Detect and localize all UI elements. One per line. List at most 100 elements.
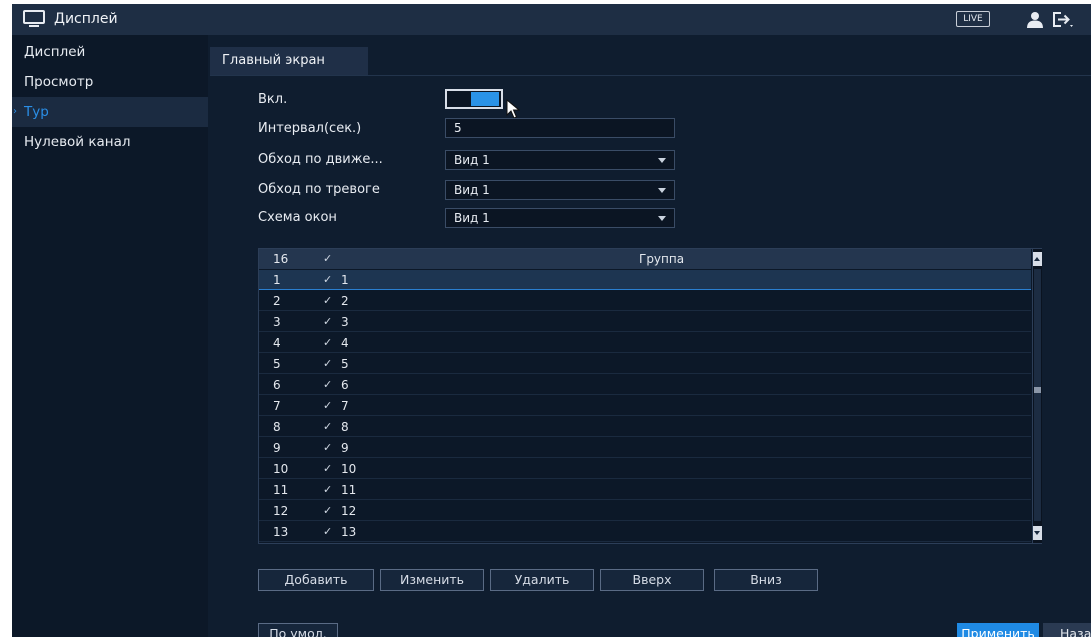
row-group: 12 <box>341 504 357 518</box>
table-row[interactable]: 4 ✓ 4 <box>259 333 1031 353</box>
row-checkbox[interactable]: ✓ <box>323 396 332 416</box>
scroll-thumb[interactable] <box>1034 387 1041 393</box>
live-button[interactable]: LIVE <box>956 11 990 27</box>
table-row[interactable]: 11 ✓ 11 <box>259 480 1031 500</box>
select-all-checkbox[interactable]: ✓ <box>323 249 332 269</box>
group-table: 16 ✓ Группа 1 ✓ 1 2 ✓ 2 3 ✓ 3 4 ✓ 4 5 ✓ … <box>258 248 1042 544</box>
scroll-down-icon[interactable] <box>1033 526 1042 540</box>
chevron-down-icon <box>658 188 666 193</box>
row-number: 5 <box>273 357 281 371</box>
row-group: 3 <box>341 315 349 329</box>
move-down-button[interactable]: Вниз <box>714 569 818 591</box>
row-checkbox[interactable]: ✓ <box>323 438 332 458</box>
row-number: 8 <box>273 420 281 434</box>
row-number: 13 <box>273 525 289 539</box>
table-row[interactable]: 10 ✓ 10 <box>259 459 1031 479</box>
scroll-up-icon[interactable] <box>1033 252 1042 266</box>
chevron-down-icon <box>658 216 666 221</box>
table-row[interactable]: 8 ✓ 8 <box>259 417 1031 437</box>
move-up-button[interactable]: Вверх <box>600 569 704 591</box>
default-button[interactable]: По умол. <box>258 623 338 637</box>
row-number: 10 <box>273 462 289 476</box>
logout-icon[interactable] <box>1052 11 1074 28</box>
row-checkbox[interactable]: ✓ <box>323 375 332 395</box>
row-number: 1 <box>273 273 281 287</box>
table-row[interactable]: 7 ✓ 7 <box>259 396 1031 416</box>
app-title: Дисплей <box>54 11 118 27</box>
header-group: Группа <box>639 252 685 266</box>
row-checkbox[interactable]: ✓ <box>323 417 332 437</box>
alarm-tour-label: Обход по тревоге <box>258 182 380 197</box>
back-button[interactable]: Назад <box>1043 623 1091 637</box>
sidebar-item-display[interactable]: Дисплей <box>12 37 208 67</box>
row-number: 4 <box>273 336 281 350</box>
row-checkbox[interactable]: ✓ <box>323 480 332 500</box>
row-group: 10 <box>341 462 357 476</box>
motion-tour-select[interactable]: Вид 1 <box>445 150 675 170</box>
sidebar-item-tour[interactable]: › Тур <box>12 97 208 127</box>
enable-toggle[interactable] <box>445 89 503 109</box>
row-group: 11 <box>341 483 357 497</box>
tab-main-screen[interactable]: Главный экран <box>210 47 368 75</box>
interval-value: 5 <box>454 121 462 135</box>
row-checkbox[interactable]: ✓ <box>323 459 332 479</box>
apply-button[interactable]: Применить <box>957 623 1039 637</box>
window-layout-label: Схема окон <box>258 210 337 225</box>
chevron-right-icon: › <box>13 106 17 117</box>
table-row[interactable]: 3 ✓ 3 <box>259 312 1031 332</box>
table-row[interactable]: 12 ✓ 12 <box>259 501 1031 521</box>
row-checkbox[interactable]: ✓ <box>323 312 332 332</box>
row-checkbox[interactable]: ✓ <box>323 501 332 521</box>
table-row[interactable]: 9 ✓ 9 <box>259 438 1031 458</box>
row-group: 9 <box>341 441 349 455</box>
motion-tour-label: Обход по движе... <box>258 152 383 167</box>
tab-divider <box>210 75 1091 76</box>
table-row[interactable]: 1 ✓ 1 <box>259 270 1031 290</box>
sidebar-item-label: Нулевой канал <box>24 134 131 150</box>
row-number: 12 <box>273 504 289 518</box>
interval-label: Интервал(сек.) <box>258 121 362 136</box>
scroll-track[interactable] <box>1034 269 1041 521</box>
interval-input[interactable]: 5 <box>445 118 675 138</box>
user-icon[interactable] <box>1026 11 1044 28</box>
mouse-cursor-icon <box>506 99 520 119</box>
motion-tour-value: Вид 1 <box>454 153 490 167</box>
enable-label: Вкл. <box>258 92 288 107</box>
row-group: 4 <box>341 336 349 350</box>
top-bar: Дисплей LIVE <box>12 4 1091 35</box>
window-layout-select[interactable]: Вид 1 <box>445 208 675 228</box>
row-group: 1 <box>341 273 349 287</box>
sidebar-item-label: Тур <box>24 104 49 120</box>
app-title-group: Дисплей <box>23 9 118 29</box>
edit-button[interactable]: Изменить <box>380 569 484 591</box>
row-number: 2 <box>273 294 281 308</box>
row-number: 11 <box>273 483 289 497</box>
alarm-tour-select[interactable]: Вид 1 <box>445 180 675 200</box>
add-button[interactable]: Добавить <box>258 569 374 591</box>
row-group: 6 <box>341 378 349 392</box>
row-checkbox[interactable]: ✓ <box>323 291 332 311</box>
table-row[interactable]: 13 ✓ 13 <box>259 522 1031 542</box>
row-number: 6 <box>273 378 281 392</box>
window-layout-value: Вид 1 <box>454 211 490 225</box>
sidebar-item-label: Дисплей <box>24 44 86 60</box>
sidebar-item-label: Просмотр <box>24 74 94 90</box>
alarm-tour-value: Вид 1 <box>454 183 490 197</box>
row-group: 8 <box>341 420 349 434</box>
table-header: 16 ✓ Группа <box>259 249 1031 269</box>
row-checkbox[interactable]: ✓ <box>323 354 332 374</box>
row-group: 2 <box>341 294 349 308</box>
row-checkbox[interactable]: ✓ <box>323 333 332 353</box>
row-group: 5 <box>341 357 349 371</box>
table-scrollbar[interactable] <box>1032 249 1042 543</box>
row-checkbox[interactable]: ✓ <box>323 270 332 290</box>
row-number: 7 <box>273 399 281 413</box>
sidebar-item-view[interactable]: Просмотр <box>12 67 208 97</box>
table-row[interactable]: 5 ✓ 5 <box>259 354 1031 374</box>
sidebar-item-zero-channel[interactable]: Нулевой канал <box>12 127 208 157</box>
chevron-down-icon <box>658 158 666 163</box>
row-checkbox[interactable]: ✓ <box>323 522 332 542</box>
table-row[interactable]: 6 ✓ 6 <box>259 375 1031 395</box>
delete-button[interactable]: Удалить <box>490 569 594 591</box>
table-row[interactable]: 2 ✓ 2 <box>259 291 1031 311</box>
